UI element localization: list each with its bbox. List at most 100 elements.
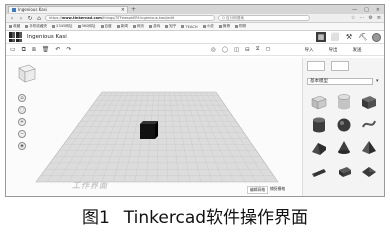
blocks-view-button[interactable]: ⬜ [330, 32, 340, 42]
cube-top-face [140, 121, 158, 124]
bookmark-label: 新闻 [120, 24, 128, 28]
chevron-down-icon[interactable]: ▾ [376, 78, 382, 84]
reload-button[interactable]: ↻ [27, 15, 33, 22]
shape-icon[interactable]: ◯ [222, 47, 228, 53]
bookmark-label: 知乎 [169, 24, 177, 28]
forward-button[interactable]: › [18, 15, 24, 22]
snap-grid-label[interactable]: 捕捉栅格 [270, 186, 285, 192]
box-hole-shape[interactable] [309, 92, 329, 111]
cylinder-shape[interactable] [309, 115, 329, 134]
ortho-view-icon[interactable]: ◈ [18, 142, 26, 150]
bookmark-item[interactable]: 新闻 [116, 24, 128, 29]
bookmark-item[interactable]: 2345网址 [52, 24, 73, 29]
browser-tab[interactable]: Ingenious Kasi × [8, 6, 128, 13]
figure-caption-text: Tinkercad软件操作界面 [123, 208, 309, 228]
send-button[interactable]: 发送 [350, 47, 364, 53]
bookmark-label: TEACH [185, 24, 198, 29]
tinkercad-header: Ingenious Kasi ▦ ⬜ ⚒ ⛏ [6, 31, 384, 44]
tools-view-button[interactable]: ⛏ [358, 32, 368, 42]
group-icon[interactable]: ◫ [234, 47, 239, 53]
panel-tabs: 导入 导出 发送 [302, 47, 364, 53]
bookmark-label: 购物 [238, 24, 247, 28]
fit-view-icon[interactable]: ◌ [18, 106, 26, 114]
view-cube-icon[interactable] [16, 62, 38, 84]
workspace[interactable]: ⌂ ◌ + − ◈ 工作界面 编辑网格 捕捉栅格 [6, 58, 302, 197]
half-sphere-shape[interactable] [334, 161, 354, 180]
roof-shape[interactable] [309, 138, 329, 157]
figure-caption: 图1 Tinkercad软件操作界面 [0, 203, 390, 228]
bookmark-item[interactable]: 知乎 [165, 24, 176, 29]
redo-icon[interactable]: ↷ [66, 46, 71, 53]
bookmark-item[interactable]: 微博 [218, 24, 230, 29]
cylinder-hole-shape[interactable] [334, 92, 354, 111]
align-icon[interactable]: ⊟ [245, 47, 250, 53]
new-tab-button[interactable]: + [131, 6, 136, 13]
browser-toolbar: ☆ ⋯ ⚙ ≡ [351, 15, 381, 21]
import-button[interactable]: 导入 [302, 47, 316, 53]
bookmark-item[interactable]: 游戏 [149, 24, 160, 29]
zoom-out-icon[interactable]: − [18, 130, 26, 138]
bookmark-item[interactable]: 百度 [100, 24, 112, 29]
edit-toolbar: ▭ ⧉ ⧈ 🗑 ↶ ↷ ◎ ◯ ◫ ⊟ ⧖ ⎔ 导入 导出 发送 [6, 44, 384, 56]
workplane-grid[interactable] [6, 58, 302, 197]
mirror-icon[interactable]: ⧖ [256, 46, 260, 53]
home-button[interactable]: ⌂ [36, 15, 42, 22]
bookmark-item[interactable]: 网页 [132, 24, 145, 29]
pyramid-shape[interactable] [359, 138, 379, 157]
url-input[interactable]: https://www.tinkercad.com/things/3TFewso… [45, 15, 215, 21]
wedge-shape[interactable] [309, 161, 329, 180]
scribble-shape[interactable] [359, 115, 379, 134]
more-icon[interactable]: ⋯ [359, 15, 364, 21]
close-window-button[interactable]: × [376, 7, 380, 13]
bookmark-icon [234, 25, 238, 28]
window-controls: — □ × [352, 7, 384, 13]
minimize-button[interactable]: — [352, 7, 357, 13]
bookmark-item[interactable]: 购物 [234, 24, 247, 29]
maximize-button[interactable]: □ [364, 7, 369, 13]
ungroup-icon[interactable]: ⎔ [266, 47, 271, 53]
undo-icon[interactable]: ↶ [55, 46, 60, 53]
torus-shape[interactable] [359, 161, 379, 180]
close-tab-icon[interactable]: × [121, 7, 125, 13]
bookmark-item[interactable]: 小说 [202, 24, 214, 29]
bookmarks-bar: 收藏 手机收藏夹 2345网址 360网址 百度 新闻 网页 游戏 知乎 TEA… [6, 23, 384, 31]
cube-front-face [140, 124, 155, 139]
view-tools: ◎ ◯ ◫ ⊟ ⧖ ⎔ [211, 46, 270, 53]
bookmark-label: 网页 [136, 24, 145, 28]
export-button[interactable]: 导出 [326, 47, 340, 53]
tinkercad-favicon-icon [12, 8, 16, 12]
shape-library-select[interactable]: 基本模型 [307, 77, 373, 85]
sphere-shape[interactable] [334, 115, 354, 134]
workplane-tool-button[interactable] [307, 61, 325, 71]
bookmark-icon [132, 25, 136, 28]
star-icon[interactable]: ☆ [351, 15, 355, 21]
zoom-in-icon[interactable]: + [18, 118, 26, 126]
tinkercad-logo-icon[interactable] [9, 32, 23, 42]
cone-shape[interactable] [334, 138, 354, 157]
avatar[interactable] [372, 32, 381, 42]
home-view-icon[interactable]: ⌂ [18, 94, 26, 102]
duplicate-icon[interactable]: ⧈ [32, 46, 36, 54]
url-domain: www.tinkercad.com [61, 16, 102, 20]
light-icon[interactable]: ◎ [211, 47, 216, 53]
3d-design-view-button[interactable]: ▦ [316, 32, 326, 42]
delete-icon[interactable]: 🗑 [42, 46, 50, 53]
menu-icon[interactable]: ≡ [377, 15, 381, 21]
settings-icon[interactable]: ⚙ [368, 15, 372, 21]
bookmark-item[interactable]: 收藏 [9, 24, 20, 29]
edit-grid-button[interactable]: 编辑网格 [247, 186, 269, 194]
project-name[interactable]: Ingenious Kasi [27, 34, 67, 40]
bookmark-item[interactable]: 手机收藏夹 [25, 24, 47, 29]
copy-icon[interactable]: ⧉ [22, 46, 26, 54]
screenshot-frame: Ingenious Kasi × + — □ × ‹ › ↻ ⌂ https:/… [5, 4, 385, 197]
bookmark-item[interactable]: 360网址 [77, 24, 96, 29]
bookmark-icon [77, 25, 81, 28]
new-shape-icon[interactable]: ▭ [10, 46, 16, 53]
bookmark-item[interactable]: TEACH [181, 24, 198, 29]
bricks-view-button[interactable]: ⚒ [344, 32, 354, 42]
box-shape[interactable] [359, 92, 379, 111]
search-input[interactable]: Q 百分网搜索 [218, 15, 310, 21]
bookmark-icon [149, 25, 153, 28]
ruler-tool-button[interactable] [331, 61, 349, 71]
back-button[interactable]: ‹ [9, 15, 15, 22]
